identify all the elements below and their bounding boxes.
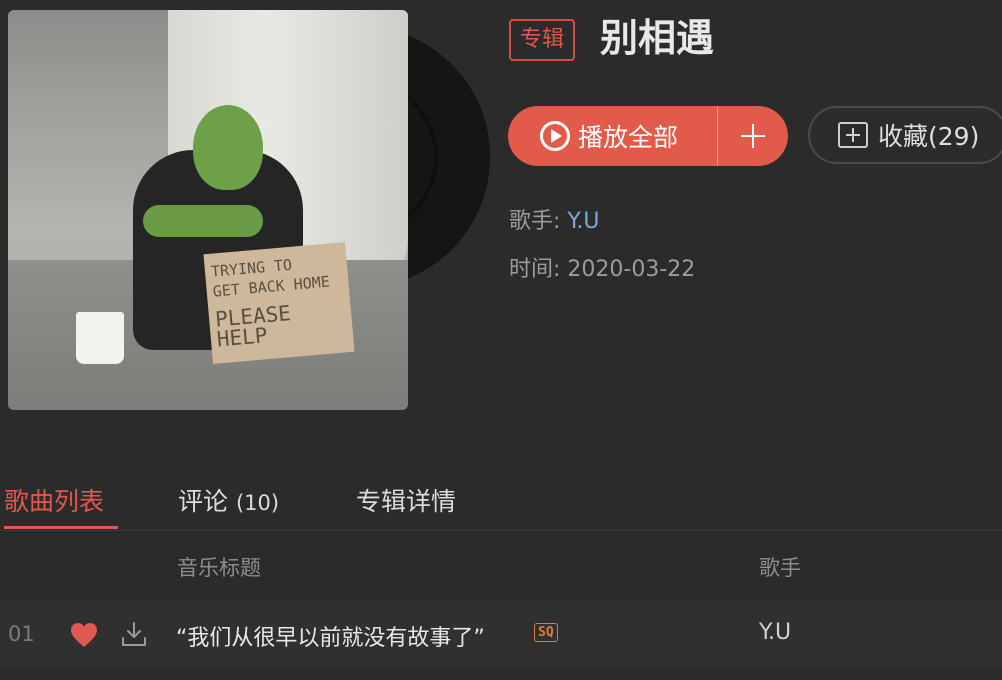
play-all-label: 播放全部 [578,123,679,152]
tab-song-list[interactable]: 歌曲列表 [4,482,104,518]
play-all-button[interactable]: 播放全部 [508,106,717,166]
tab-bar: 歌曲列表 评论 (10) 专辑详情 [0,472,1002,532]
download-icon[interactable] [120,620,148,648]
tabs-divider [0,530,1002,531]
tab-comments-label: 评论 [178,487,229,516]
time-meta-label: 时间: [509,257,561,282]
tab-comments-count: (10) [235,491,280,515]
album-cover: TRYING TO GET BACK HOME PLEASE HELP [8,10,408,410]
add-folder-icon [838,122,868,148]
album-badge: 专辑 [509,19,576,61]
column-header-artist[interactable]: 歌手 [759,552,801,582]
sq-quality-badge: SQ [534,623,558,642]
artist-meta: 歌手: Y.U [509,203,600,235]
time-meta: 时间: 2020-03-22 [509,251,695,283]
tab-comments[interactable]: 评论 (10) [178,482,279,518]
tab-album-details[interactable]: 专辑详情 [356,482,456,518]
song-title[interactable]: “我们从很早以前就没有故事了” [176,620,485,652]
track-number: 01 [8,622,35,646]
song-artist[interactable]: Y.U [759,620,791,645]
play-icon [540,121,570,151]
column-header-title[interactable]: 音乐标题 [177,552,261,582]
release-date: 2020-03-22 [567,257,696,282]
mug [76,312,124,364]
table-row[interactable]: 01 “我们从很早以前就没有故事了” SQ Y.U [0,600,1002,668]
artist-link[interactable]: Y.U [567,209,599,234]
collect-button[interactable]: 收藏(29) [808,106,1002,164]
heart-icon[interactable] [70,622,98,648]
add-to-playlist-button[interactable] [717,106,788,166]
active-tab-indicator [4,526,118,529]
plus-icon [741,124,765,148]
artist-meta-label: 歌手: [509,209,561,234]
play-all-group: 播放全部 [508,106,788,166]
collect-label: 收藏(29) [878,122,980,151]
album-title: 别相遇 [600,16,715,60]
cardboard-sign: TRYING TO GET BACK HOME PLEASE HELP [203,242,355,364]
